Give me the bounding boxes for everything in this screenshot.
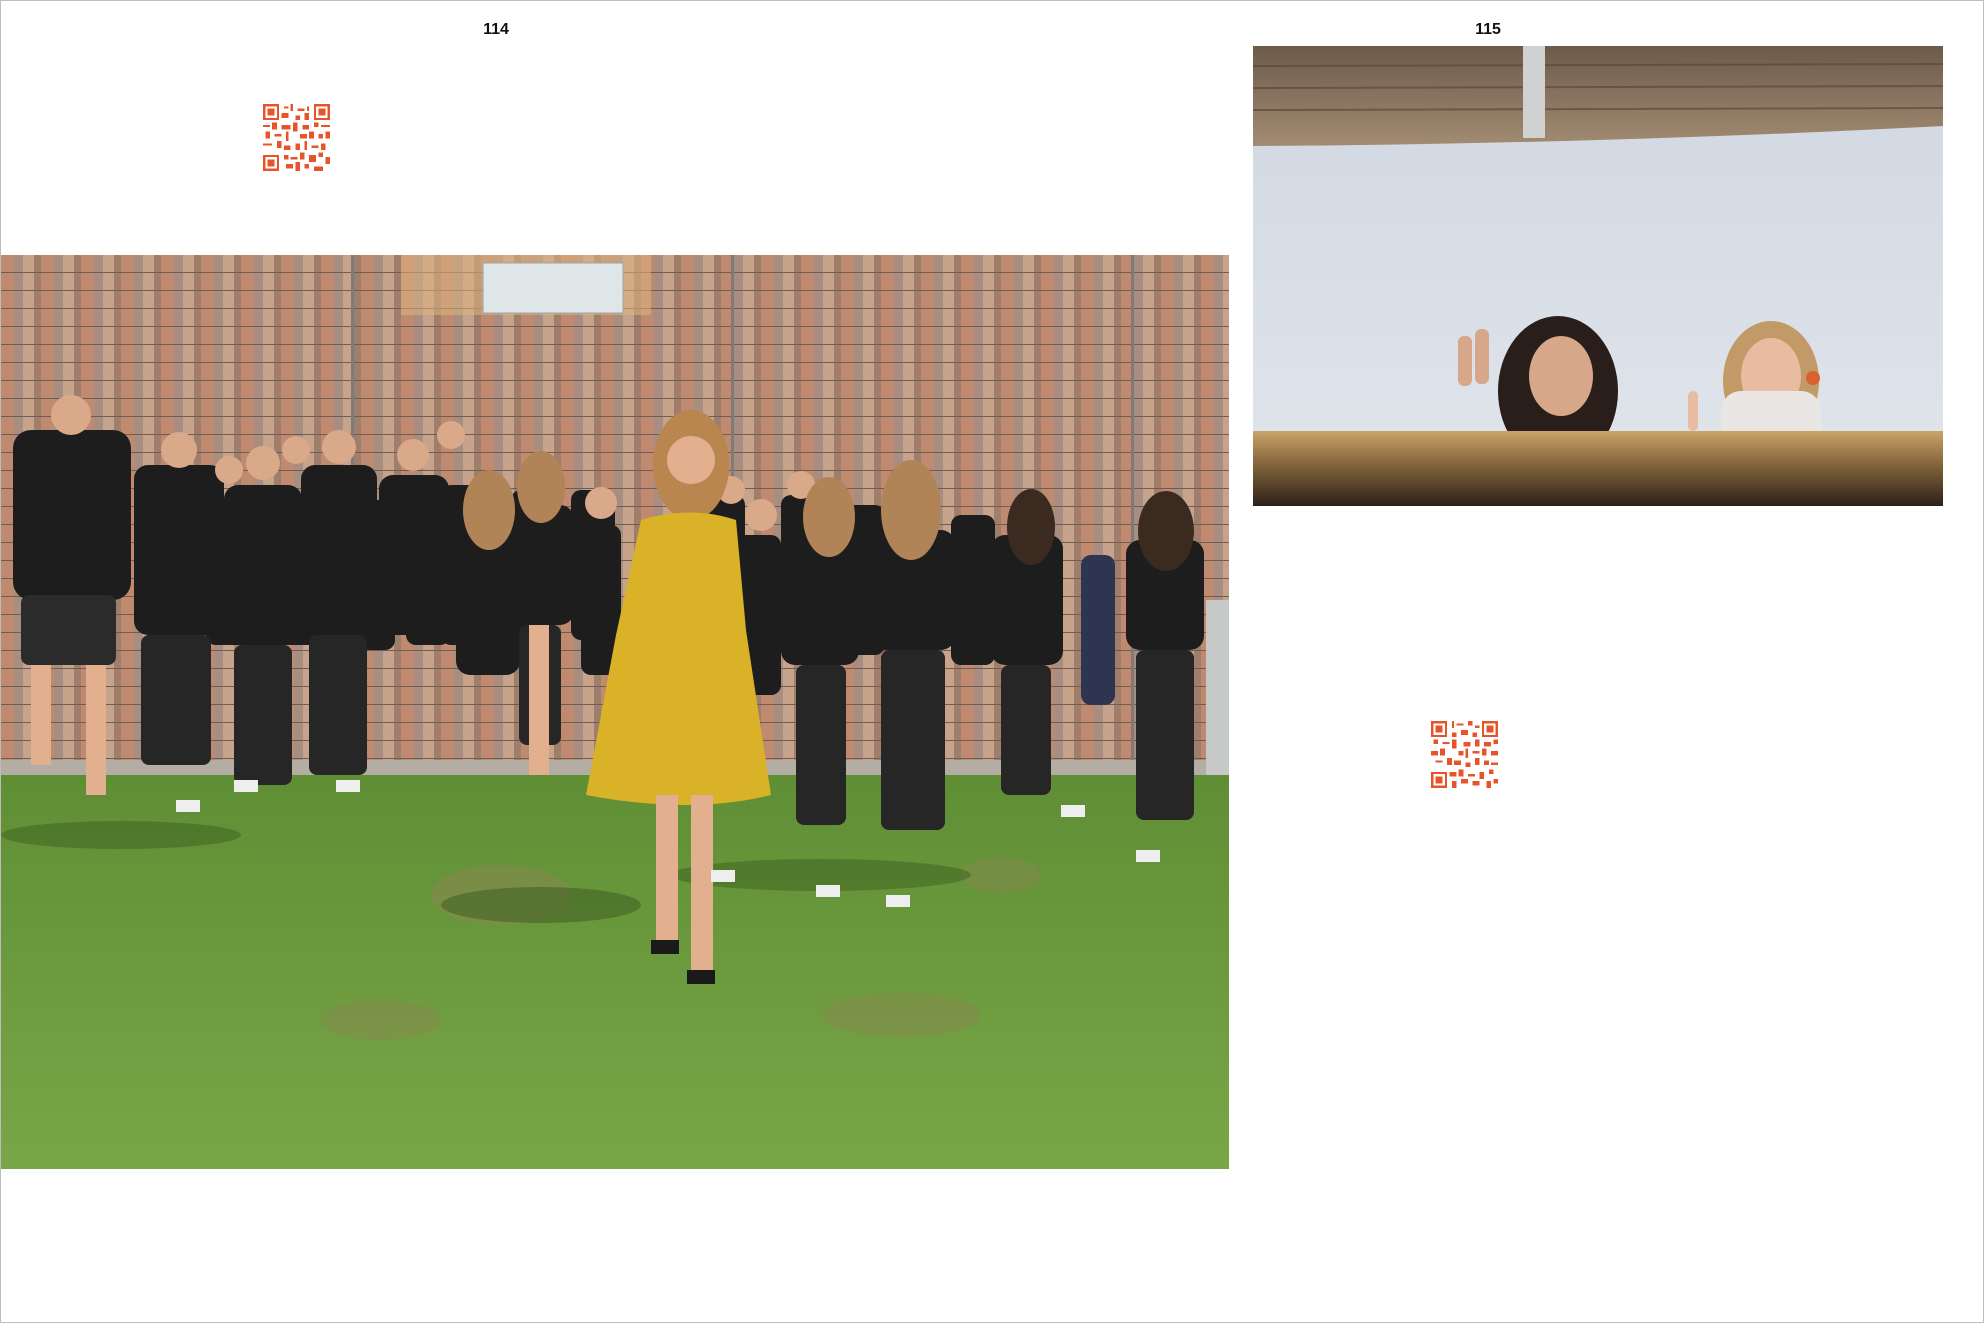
portrait-photo bbox=[1253, 46, 1943, 506]
qr-code-icon[interactable] bbox=[263, 104, 330, 171]
qr-code-icon[interactable] bbox=[1431, 721, 1498, 788]
group-photo bbox=[1, 255, 1229, 1169]
page-number-left: 114 bbox=[483, 21, 509, 38]
page-number-right: 115 bbox=[1475, 21, 1501, 38]
book-spread: 114 115 bbox=[0, 0, 1984, 1323]
